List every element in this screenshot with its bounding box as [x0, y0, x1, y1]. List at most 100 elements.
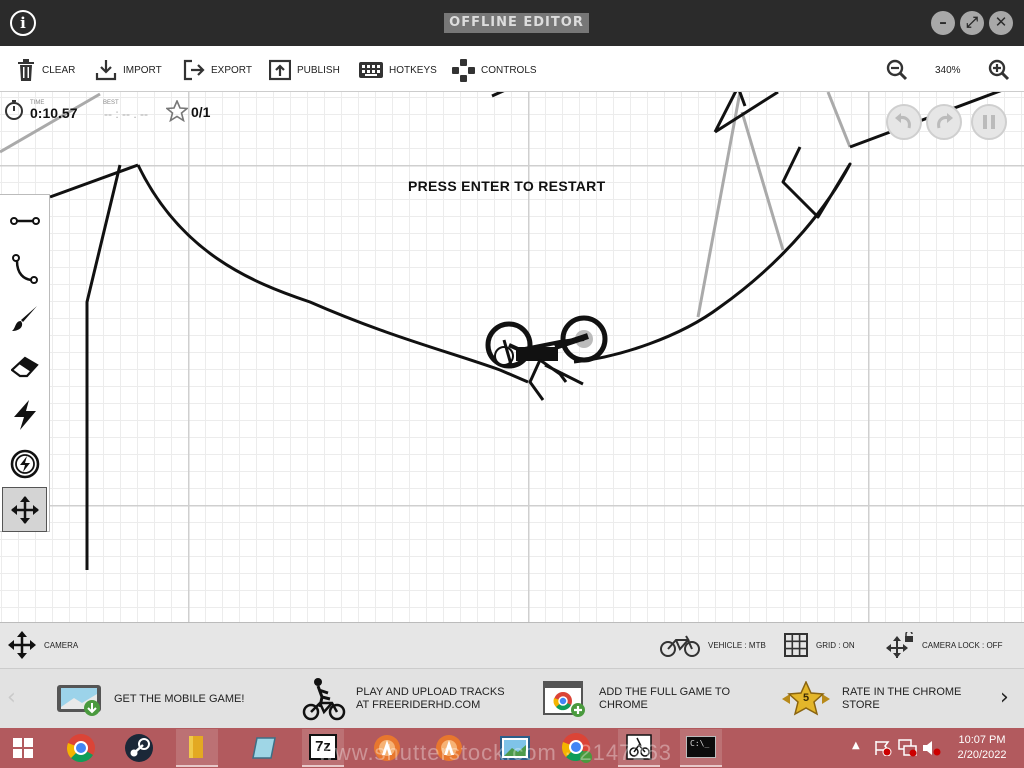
- maximize-button[interactable]: ⤢: [960, 11, 984, 35]
- controls-button[interactable]: CONTROLS: [452, 58, 537, 82]
- sevenzip-icon: 7z: [309, 734, 337, 760]
- track-canvas[interactable]: TIME 0:10.57 BEST -- : -- . -- 0/1 PRESS…: [0, 92, 1024, 622]
- taskbar-app-a1[interactable]: [366, 729, 408, 767]
- taskbar-freerider[interactable]: [618, 729, 660, 767]
- publish-label: PUBLISH: [297, 64, 340, 76]
- taskbar-clock[interactable]: 10:07 PM 2/20/2022: [950, 733, 1014, 763]
- minimize-button[interactable]: –: [931, 11, 955, 35]
- bicycle-icon: [660, 635, 700, 657]
- eraser-tool[interactable]: [2, 344, 47, 389]
- hotkeys-button[interactable]: HOTKEYS: [359, 58, 437, 82]
- move-icon: [10, 495, 39, 524]
- vehicle-selector[interactable]: VEHICLE : MTB: [660, 631, 766, 659]
- line-icon: [9, 216, 40, 225]
- move-icon: [8, 631, 36, 659]
- vehicle-label: VEHICLE : MTB: [708, 640, 766, 650]
- undo-icon: [895, 113, 911, 129]
- taskbar-explorer[interactable]: [176, 729, 218, 767]
- network-icon[interactable]: [898, 739, 918, 757]
- promo-chrome-label: ADD THE FULL GAME TO CHROME: [599, 686, 731, 711]
- pause-button[interactable]: [971, 104, 1007, 140]
- lightning-icon: [13, 399, 36, 430]
- eraser-icon: [10, 356, 39, 377]
- camera-mode[interactable]: CAMERA: [8, 631, 78, 659]
- promo-bar: ‹ GET THE MOBILE GAME! PLAY AND UPLOAD T…: [0, 668, 1024, 728]
- promo-mobile-label: GET THE MOBILE GAME!: [114, 692, 245, 705]
- promo-rate[interactable]: 5 RATE IN THE CHROME STORE: [780, 677, 961, 721]
- taskbar-7zip[interactable]: 7z: [302, 729, 344, 767]
- pause-icon: [983, 115, 995, 129]
- grid-toggle[interactable]: GRID : ON: [784, 631, 855, 659]
- taskbar-cmd[interactable]: C:\_: [680, 729, 722, 767]
- camera-tool[interactable]: [2, 487, 47, 532]
- upload-icon: [269, 59, 291, 81]
- export-label: EXPORT: [211, 64, 252, 76]
- status-bar: CAMERA VEHICLE : MTB GRID : ON CAMERA LO…: [0, 622, 1024, 668]
- brush-tool[interactable]: [2, 295, 47, 340]
- title-bar: i OFFLINE EDITOR – ⤢ ✕: [0, 0, 1024, 46]
- taskbar-steam[interactable]: [118, 729, 160, 767]
- chrome-icon: [66, 734, 95, 763]
- flag-alert-icon[interactable]: [874, 740, 892, 756]
- promo-freeriderhd-label: PLAY AND UPLOAD TRACKS AT FREERIDERHD.CO…: [356, 686, 505, 711]
- steam-icon: [125, 734, 153, 762]
- gamepad-icon: [452, 58, 475, 82]
- chevron-right-icon[interactable]: ›: [1000, 685, 1009, 710]
- powerup-icon: [10, 449, 39, 478]
- undo-button[interactable]: [886, 104, 922, 140]
- taskbar-chrome-profile[interactable]: [556, 729, 598, 767]
- camera-lock-icon: [886, 632, 913, 658]
- star-icon: [166, 100, 188, 122]
- orange-app-icon: [436, 735, 462, 761]
- zoom-in-button[interactable]: [988, 58, 1010, 82]
- tablet-download-icon: [57, 685, 101, 716]
- timer-icon: [5, 100, 23, 120]
- boost-tool[interactable]: [2, 392, 47, 437]
- chevron-up-icon[interactable]: ▲: [852, 740, 860, 751]
- restart-message: PRESS ENTER TO RESTART: [408, 178, 606, 194]
- curve-tool[interactable]: [2, 246, 47, 291]
- taskbar-tablet-app[interactable]: [244, 729, 286, 767]
- promo-chrome[interactable]: ADD THE FULL GAME TO CHROME: [543, 677, 730, 721]
- redo-button[interactable]: [926, 104, 962, 140]
- promo-rate-label: RATE IN THE CHROME STORE: [842, 686, 962, 711]
- taskbar-app-a2[interactable]: [428, 729, 470, 767]
- bike-rider-icon: [302, 678, 346, 721]
- export-icon: [183, 59, 205, 81]
- tool-palette: [0, 194, 50, 532]
- trash-icon: [18, 59, 34, 81]
- zoom-in-icon: [988, 59, 1010, 81]
- best-caption: BEST: [103, 100, 119, 106]
- app-title: OFFLINE EDITOR: [444, 13, 589, 33]
- taskbar-chrome[interactable]: [60, 729, 102, 767]
- taskbar-photos[interactable]: [494, 729, 536, 767]
- freerider-app-icon: [626, 734, 652, 760]
- import-button[interactable]: IMPORT: [95, 58, 162, 82]
- chevron-left-icon[interactable]: ‹: [7, 685, 16, 710]
- camera-lock-toggle[interactable]: CAMERA LOCK : OFF: [886, 631, 1002, 659]
- curve-icon: [11, 253, 38, 284]
- line-tool[interactable]: [2, 198, 47, 243]
- close-button[interactable]: ✕: [989, 11, 1013, 35]
- orange-app-icon: [374, 735, 400, 761]
- start-button[interactable]: [2, 729, 44, 767]
- publish-button[interactable]: PUBLISH: [269, 58, 340, 82]
- keyboard-icon: [359, 62, 383, 78]
- promo-freeriderhd[interactable]: PLAY AND UPLOAD TRACKS AT FREERIDERHD.CO…: [302, 677, 505, 721]
- clock-date: 2/20/2022: [957, 749, 1007, 761]
- info-icon[interactable]: i: [10, 10, 36, 36]
- rating-star-badge: 5: [780, 680, 832, 717]
- chrome-add-icon: [543, 681, 585, 717]
- physics-lines: [49, 92, 1002, 570]
- editor-toolbar: CLEAR IMPORT EXPORT PUBLISH HOTKEYS CONT…: [0, 46, 1024, 92]
- clear-button[interactable]: CLEAR: [16, 58, 75, 82]
- grid-label: GRID : ON: [816, 640, 855, 650]
- powerup-tool[interactable]: [2, 441, 47, 486]
- grid-icon: [784, 633, 808, 657]
- photos-icon: [500, 736, 530, 760]
- promo-mobile-game[interactable]: GET THE MOBILE GAME!: [56, 677, 244, 721]
- camera-lock-label: CAMERA LOCK : OFF: [922, 640, 1003, 650]
- export-button[interactable]: EXPORT: [183, 58, 252, 82]
- volume-muted-icon[interactable]: [922, 739, 942, 757]
- zoom-out-button[interactable]: [886, 58, 908, 82]
